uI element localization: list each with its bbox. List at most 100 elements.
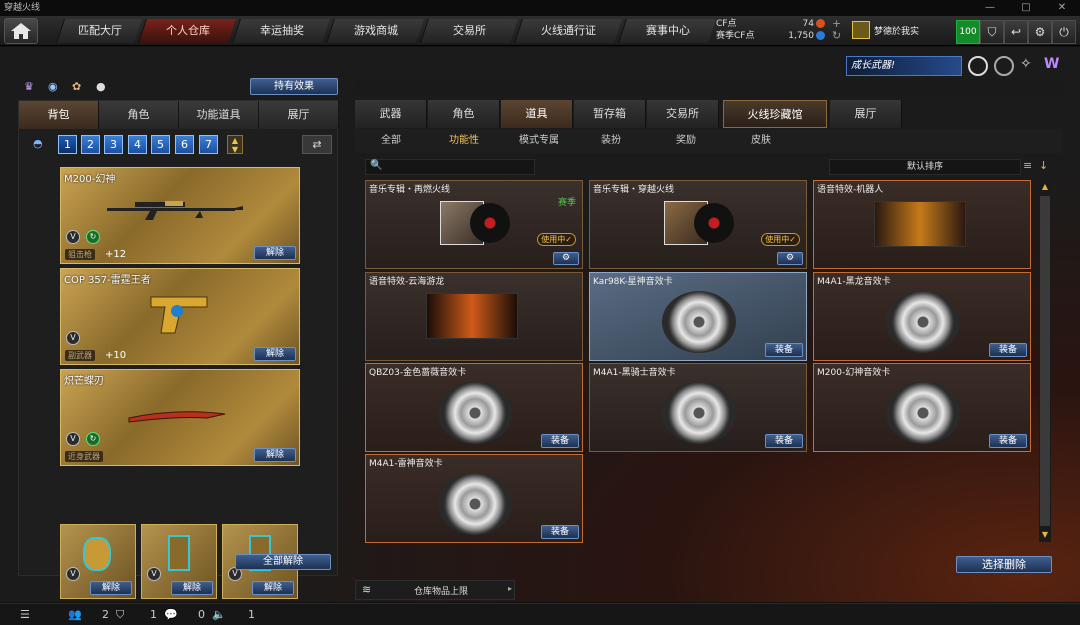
tab-event-center[interactable]: 赛事中心 bbox=[618, 19, 716, 43]
remove-all-button[interactable]: 全部解除 bbox=[235, 554, 331, 570]
tab-backpack[interactable]: 背包 bbox=[19, 101, 99, 129]
power-button[interactable]: ⏻ bbox=[1052, 20, 1076, 44]
storage-limit-bar[interactable]: ≋ 仓库物品上限 ▸ bbox=[355, 580, 515, 600]
page-6[interactable]: 6 bbox=[175, 135, 194, 154]
remove-button[interactable]: 解除 bbox=[254, 347, 296, 361]
weapon-card-m200[interactable]: M200-幻神 V ↻ 狙击枪 +12 解除 bbox=[60, 167, 300, 264]
shield-status-icon[interactable]: ⛉ bbox=[116, 608, 124, 622]
shield-button[interactable]: ⛉ bbox=[980, 20, 1004, 44]
growth-weapon-banner[interactable]: 成长武器! bbox=[846, 56, 962, 76]
minimize-button[interactable]: — bbox=[972, 0, 1008, 16]
tab-showroom[interactable]: 展厅 bbox=[830, 100, 902, 128]
page-4[interactable]: 4 bbox=[128, 135, 147, 154]
tab-personal-storage[interactable]: 个人仓库 bbox=[138, 19, 236, 43]
eye-icon[interactable]: ◉ bbox=[48, 80, 62, 94]
select-delete-button[interactable]: 选择删除 bbox=[956, 556, 1052, 573]
list-view-icon[interactable]: ≡ bbox=[1023, 159, 1037, 175]
remove-button[interactable]: 解除 bbox=[171, 581, 213, 595]
weapon-card-knife[interactable]: 炽芒蝶刃 V ↻ 近身武器 解除 bbox=[60, 369, 300, 466]
subtab-outfit[interactable]: 装扮 bbox=[589, 131, 633, 151]
volume-icon[interactable]: 🔈 bbox=[212, 608, 226, 621]
friends-icon[interactable]: 👥 bbox=[68, 608, 82, 621]
sparkle-icon[interactable]: ✧ bbox=[1020, 56, 1040, 76]
sort-dropdown[interactable]: 默认排序 bbox=[829, 159, 1021, 175]
item-disc-m4a1-blackdragon[interactable]: M4A1-黑龙音效卡 装备 bbox=[813, 272, 1031, 361]
equip-button[interactable]: 装备 bbox=[989, 434, 1027, 448]
grenade-card[interactable]: V 解除 bbox=[60, 524, 136, 599]
remove-button[interactable]: 解除 bbox=[254, 448, 296, 462]
avatar[interactable] bbox=[852, 21, 870, 39]
effects-button[interactable]: 持有效果 bbox=[250, 78, 338, 95]
helmet-icon[interactable]: ◓ bbox=[33, 137, 47, 151]
rank-icon[interactable] bbox=[968, 56, 988, 76]
refresh-icon[interactable]: ↻ bbox=[832, 29, 841, 42]
tab-showroom[interactable]: 展厅 bbox=[259, 101, 339, 129]
close-button[interactable]: ✕ bbox=[1044, 0, 1080, 16]
menu-icon[interactable]: ☰ bbox=[20, 608, 30, 621]
remove-button[interactable]: 解除 bbox=[90, 581, 132, 595]
tab-exchange[interactable]: 交易所 bbox=[647, 100, 719, 128]
tab-collection[interactable]: 火线珍藏馆 bbox=[723, 100, 827, 128]
pet-icon[interactable]: ✿ bbox=[72, 80, 86, 94]
item-disc-m4a1-blackknight[interactable]: M4A1-黑骑士音效卡 装备 bbox=[589, 363, 807, 452]
equip-button[interactable]: 装备 bbox=[765, 434, 803, 448]
page-7[interactable]: 7 bbox=[199, 135, 218, 154]
maximize-button[interactable]: □ bbox=[1008, 0, 1044, 16]
switch-bag-button[interactable]: ⇄ bbox=[302, 135, 332, 154]
subtab-all[interactable]: 全部 bbox=[369, 131, 413, 151]
tab-characters[interactable]: 角色 bbox=[428, 100, 500, 128]
page-stepper[interactable]: ▲ ▼ bbox=[227, 135, 243, 154]
settings-button[interactable]: ⚙ bbox=[553, 252, 579, 265]
sort-down-icon[interactable]: ↓ bbox=[1039, 159, 1051, 175]
settings-button[interactable]: ⚙ bbox=[1028, 20, 1052, 44]
equip-button[interactable]: 装备 bbox=[541, 434, 579, 448]
equip-button[interactable]: 装备 bbox=[541, 525, 579, 539]
equip-button[interactable]: 装备 bbox=[765, 343, 803, 357]
tab-exchange[interactable]: 交易所 bbox=[420, 19, 518, 43]
item-album-1[interactable]: 音乐专辑・再燃火线 赛季 使用中✓ ⚙ bbox=[365, 180, 583, 269]
item-voice-robot[interactable]: 语音特效-机器人 bbox=[813, 180, 1031, 269]
item-voice-dragon[interactable]: 语音特效-云海游龙 bbox=[365, 272, 583, 361]
tab-weapons[interactable]: 武器 bbox=[355, 100, 427, 128]
tab-items[interactable]: 道具 bbox=[501, 100, 573, 128]
page-5[interactable]: 5 bbox=[151, 135, 170, 154]
item-disc-qbz03[interactable]: QBZ03-金色蔷薇音效卡 装备 bbox=[365, 363, 583, 452]
subtab-skin[interactable]: 皮肤 bbox=[739, 131, 783, 151]
page-2[interactable]: 2 bbox=[81, 135, 100, 154]
tab-character[interactable]: 角色 bbox=[99, 101, 179, 129]
scroll-up-icon[interactable]: ▲ bbox=[1039, 182, 1051, 194]
swap-icon: ⇄ bbox=[312, 138, 322, 151]
scrollbar[interactable]: ▲ ▼ bbox=[1039, 182, 1051, 542]
item-disc-m4a1-thor[interactable]: M4A1-雷神音效卡 装备 bbox=[365, 454, 583, 543]
globe-icon[interactable] bbox=[994, 56, 1014, 76]
item-album-2[interactable]: 音乐专辑・穿越火线 使用中✓ ⚙ bbox=[589, 180, 807, 269]
tab-battle-pass[interactable]: 火线通行证 bbox=[514, 19, 622, 43]
item-disc-m200[interactable]: M200-幻神音效卡 装备 bbox=[813, 363, 1031, 452]
bomb-icon[interactable]: ● bbox=[96, 80, 110, 94]
tab-storage[interactable]: 暂存箱 bbox=[574, 100, 646, 128]
subtab-mode[interactable]: 模式专属 bbox=[509, 131, 569, 151]
tab-functional-items[interactable]: 功能道具 bbox=[179, 101, 259, 129]
scroll-down-icon[interactable]: ▼ bbox=[1039, 530, 1051, 542]
equip-button[interactable]: 装备 bbox=[989, 343, 1027, 357]
w-logo-icon[interactable]: W bbox=[1044, 56, 1064, 76]
chat-icon[interactable]: 💬 bbox=[164, 608, 178, 621]
search-input[interactable]: 🔍 bbox=[365, 159, 535, 175]
tab-lucky-draw[interactable]: 幸运抽奖 bbox=[232, 19, 330, 43]
item-disc-kar98k[interactable]: Kar98K-星神音效卡 装备 bbox=[589, 272, 807, 361]
exit-room-button[interactable]: ↩ bbox=[1004, 20, 1028, 44]
weapon-card-cop357[interactable]: COP 357-雷霆王者 V 副武器 +10 解除 bbox=[60, 268, 300, 365]
crown-icon[interactable]: ♛ bbox=[24, 80, 38, 94]
page-3[interactable]: 3 bbox=[104, 135, 123, 154]
remove-button[interactable]: 解除 bbox=[254, 246, 296, 260]
item-card-2[interactable]: V 解除 bbox=[141, 524, 217, 599]
settings-button[interactable]: ⚙ bbox=[777, 252, 803, 265]
subtab-functional[interactable]: 功能性 bbox=[439, 131, 489, 151]
subtab-reward[interactable]: 奖励 bbox=[664, 131, 708, 151]
home-button[interactable] bbox=[4, 18, 38, 44]
tab-game-shop[interactable]: 游戏商城 bbox=[326, 19, 424, 43]
scrollbar-thumb[interactable] bbox=[1040, 196, 1050, 526]
page-1[interactable]: 1 bbox=[58, 135, 77, 154]
tab-match-lobby[interactable]: 匹配大厅 bbox=[56, 19, 142, 43]
remove-button[interactable]: 解除 bbox=[252, 581, 294, 595]
